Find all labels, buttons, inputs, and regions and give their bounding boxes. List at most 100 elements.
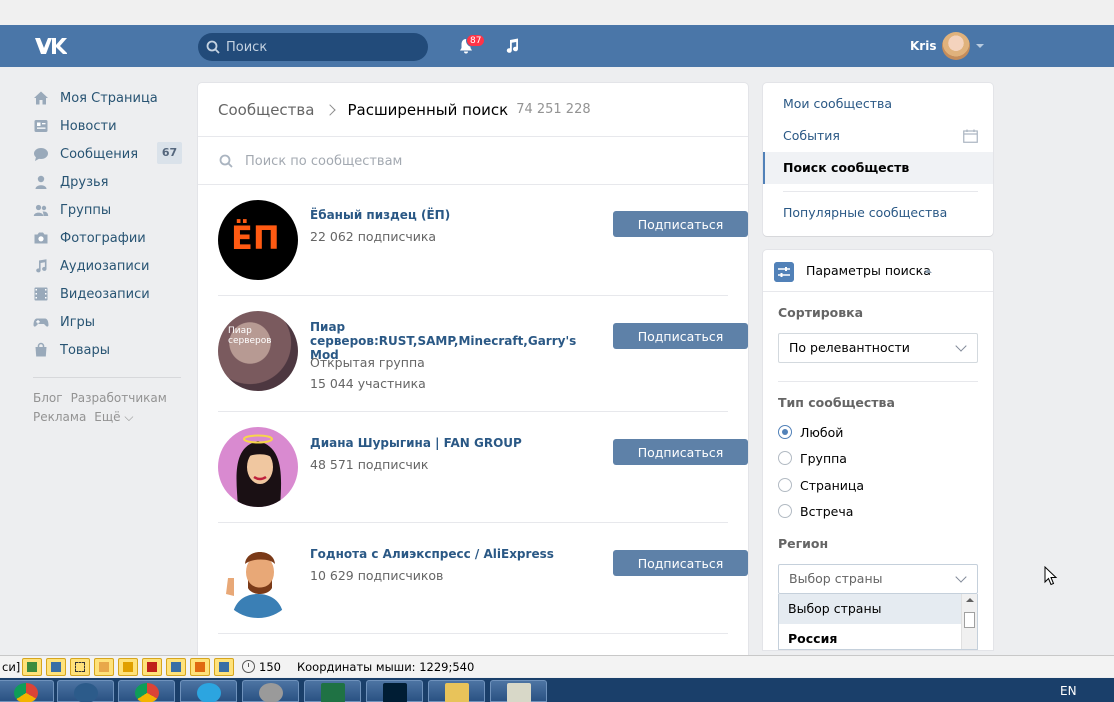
subscribe-button[interactable]: Подписаться [613, 439, 748, 465]
telegram-icon [197, 683, 221, 702]
top-search[interactable] [198, 33, 428, 61]
radio-button[interactable] [778, 425, 792, 439]
sidebar-item-goods[interactable]: Товары [30, 336, 190, 364]
vk-logo-icon[interactable] [33, 36, 67, 56]
footer-link-blog[interactable]: Блог [33, 391, 63, 405]
radio-button[interactable] [778, 478, 792, 492]
taskbar-photoshop[interactable] [366, 680, 423, 702]
frame-tool-button[interactable] [70, 657, 90, 676]
sidebar-item-news[interactable]: Новости [30, 112, 190, 140]
taskbar-app-5[interactable] [242, 680, 299, 702]
group-subscribers: 22 062 подписчика [310, 229, 437, 244]
sort-select[interactable]: По релевантности [778, 333, 978, 363]
group-name[interactable]: Ёбаный пиздец (ЁП) [310, 208, 585, 222]
params-title: Параметры поиска [806, 263, 931, 278]
flash-tool-button[interactable] [142, 657, 162, 676]
group-name[interactable]: Годнота с Алиэкспресс / AliExpress [310, 547, 585, 561]
sidebar-item-photos[interactable]: Фотографии [30, 224, 190, 252]
top-search-input[interactable] [226, 37, 416, 57]
music-icon[interactable] [503, 37, 521, 55]
window-tool-button[interactable] [46, 657, 66, 676]
css-tool-button[interactable] [94, 657, 114, 676]
group-members: 15 044 участника [310, 376, 426, 391]
sidebar-item-groups[interactable]: Группы [30, 196, 190, 224]
avatar[interactable] [942, 32, 970, 60]
messages-icon [34, 148, 48, 161]
chevron-down-icon [955, 340, 967, 352]
calendar-icon[interactable] [963, 129, 978, 143]
type-radio-page[interactable]: Страница [778, 476, 864, 494]
radio-label: Любой [800, 424, 844, 440]
breadcrumb-communities[interactable]: Сообщества [218, 101, 314, 119]
toolbar-fragment: си] [2, 659, 21, 674]
radio-button[interactable] [778, 451, 792, 465]
subscribe-button[interactable]: Подписаться [613, 211, 748, 237]
footer-link-developers[interactable]: Разработчикам [71, 391, 167, 405]
params-header[interactable]: Параметры поиска [763, 250, 993, 292]
scroll-thumb[interactable] [964, 612, 975, 628]
menu-search-communities[interactable]: Поиск сообществ [763, 152, 993, 184]
taskbar-app-2[interactable] [57, 680, 114, 702]
menu-popular-communities[interactable]: Популярные сообщества [763, 197, 993, 229]
type-radio-event[interactable]: Встреча [778, 502, 853, 520]
sidebar-item-video[interactable]: Видеозаписи [30, 280, 190, 308]
taskbar-excel[interactable] [304, 680, 361, 702]
friends-icon [35, 175, 47, 189]
list-item: Диана Шурыгина | FAN GROUP 48 571 подпис… [218, 412, 748, 523]
dropdown-scrollbar[interactable] [961, 594, 977, 649]
search-parameters-panel: Параметры поиска Сортировка По релевантн… [763, 250, 993, 650]
chrome-icon [135, 683, 159, 702]
footer-link-ads[interactable]: Реклама [33, 410, 86, 424]
subscribe-button[interactable]: Подписаться [613, 550, 748, 576]
filter-sliders-icon [774, 262, 794, 282]
pen-tool-button[interactable] [190, 657, 210, 676]
menu-my-communities[interactable]: Мои сообщества [763, 88, 993, 120]
taskbar-chrome-1[interactable] [0, 680, 54, 702]
footer-link-more[interactable]: Ещё ⌵ [94, 410, 133, 424]
community-search-input[interactable] [245, 151, 725, 171]
notepad-icon [507, 683, 531, 702]
type-radio-group[interactable]: Группа [778, 449, 847, 467]
type-radio-any[interactable]: Любой [778, 423, 843, 441]
sort-select-value: По релевантности [789, 340, 910, 355]
lightning-tool-button[interactable] [118, 657, 138, 676]
menu-events[interactable]: События [763, 120, 993, 152]
excel-icon [321, 683, 345, 702]
taskbar-chrome-2[interactable] [118, 680, 175, 702]
sidebar-item-my-page[interactable]: Моя Страница [30, 84, 190, 112]
subscribe-button[interactable]: Подписаться [613, 323, 748, 349]
sidebar-item-audio[interactable]: Аудиозаписи [30, 252, 190, 280]
chevron-right-icon [324, 103, 337, 116]
community-search[interactable] [198, 137, 748, 185]
sidebar-item-games[interactable]: Игры [30, 308, 190, 336]
main-panel: Сообщества Расширенный поиск 74 251 228 … [198, 83, 748, 663]
taskbar-notepad[interactable] [490, 680, 547, 702]
group-avatar[interactable]: ЁП [218, 200, 298, 280]
group-avatar[interactable]: Пиар серверов [218, 311, 298, 391]
group-avatar[interactable] [218, 427, 298, 507]
chevron-down-icon[interactable] [976, 44, 984, 48]
sidebar-item-messages[interactable]: Сообщения 67 [30, 140, 190, 168]
group-name[interactable]: Диана Шурыгина | FAN GROUP [310, 436, 585, 450]
group-avatar[interactable] [218, 538, 298, 618]
image-tool-button[interactable] [22, 657, 42, 676]
language-indicator[interactable]: EN [1060, 684, 1077, 698]
sidebar-item-label: Группы [60, 202, 112, 218]
page-title: Расширенный поиск [347, 100, 509, 119]
radio-label: Страница [800, 477, 865, 493]
group-type: Открытая группа [310, 355, 425, 370]
country-select[interactable]: Выбор страны [778, 564, 978, 594]
taskbar-explorer[interactable] [428, 680, 485, 702]
group-avatar-text: Пиар серверов [228, 326, 272, 346]
music-tool-button[interactable] [214, 657, 234, 676]
monitor-tool-button[interactable] [166, 657, 186, 676]
sidebar-item-friends[interactable]: Друзья [30, 168, 190, 196]
radio-button[interactable] [778, 504, 792, 518]
country-option[interactable]: Выбор страны [779, 594, 977, 624]
breadcrumb: Сообщества Расширенный поиск 74 251 228 [198, 83, 748, 137]
user-name[interactable]: Kris [910, 39, 936, 53]
country-option[interactable]: Россия [779, 624, 977, 649]
scroll-up-arrow-icon[interactable] [966, 598, 974, 602]
chevron-up-icon [924, 269, 932, 273]
taskbar-telegram[interactable] [180, 680, 237, 702]
